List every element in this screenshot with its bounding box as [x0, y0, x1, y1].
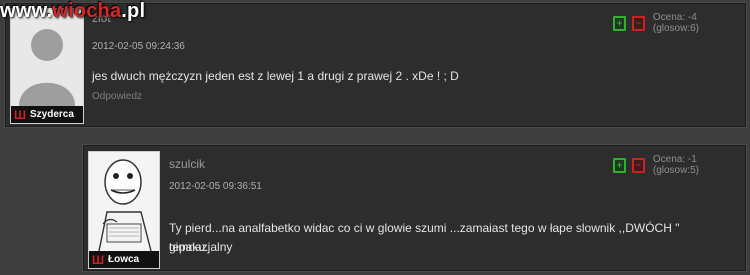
rage-face-drawing: [89, 152, 159, 251]
rank-badge: Ш Łowca: [89, 251, 159, 268]
avatar[interactable]: Ш Szyderca: [10, 8, 84, 124]
avatar[interactable]: Ш Łowca: [88, 151, 160, 269]
minus-icon[interactable]: −: [631, 15, 645, 31]
site-watermark: www.wiocha.pl: [0, 0, 145, 23]
rank-label: Szyderca: [30, 109, 74, 120]
comment-author[interactable]: szulcik: [169, 157, 205, 171]
comment-text-line-1: Ty pierd...na analfabetko widac co ci w …: [169, 221, 680, 254]
minus-icon[interactable]: −: [631, 157, 645, 173]
rank-badge: Ш Szyderca: [11, 106, 83, 123]
comment-text-line-2: tepaku.: [169, 240, 209, 254]
rank-icon: Ш: [14, 107, 27, 122]
watermark-suffix: .pl: [121, 0, 146, 22]
watermark-prefix: www.: [0, 0, 53, 22]
rating-text: Ocena: -4 (glosow:6): [652, 12, 700, 34]
plus-icon[interactable]: +: [613, 157, 626, 173]
rank-label: Łowca: [108, 254, 140, 265]
rank-icon: Ш: [92, 252, 105, 267]
reply-link[interactable]: Odpowiedz: [92, 91, 142, 102]
comment-text: jes dwuch mężczyzn jeden est z lewej 1 a…: [92, 69, 459, 83]
user-silhouette-icon: [11, 9, 83, 106]
comment-date: 2012-02-05 09:24:36: [92, 41, 185, 52]
comment-reply: Ш Łowca szulcik 2012-02-05 09:36:51 Ty p…: [83, 145, 746, 271]
plus-icon[interactable]: +: [613, 15, 626, 31]
vote-bar: + − Ocena: -4 (glosow:6): [613, 12, 745, 34]
comment-date: 2012-02-05 09:36:51: [169, 181, 262, 192]
vote-bar: + − Ocena: -1 (glosow:5): [613, 154, 745, 176]
watermark-accent: wiocha: [52, 0, 122, 22]
rating-text: Ocena: -1 (glosow:5): [652, 154, 700, 176]
